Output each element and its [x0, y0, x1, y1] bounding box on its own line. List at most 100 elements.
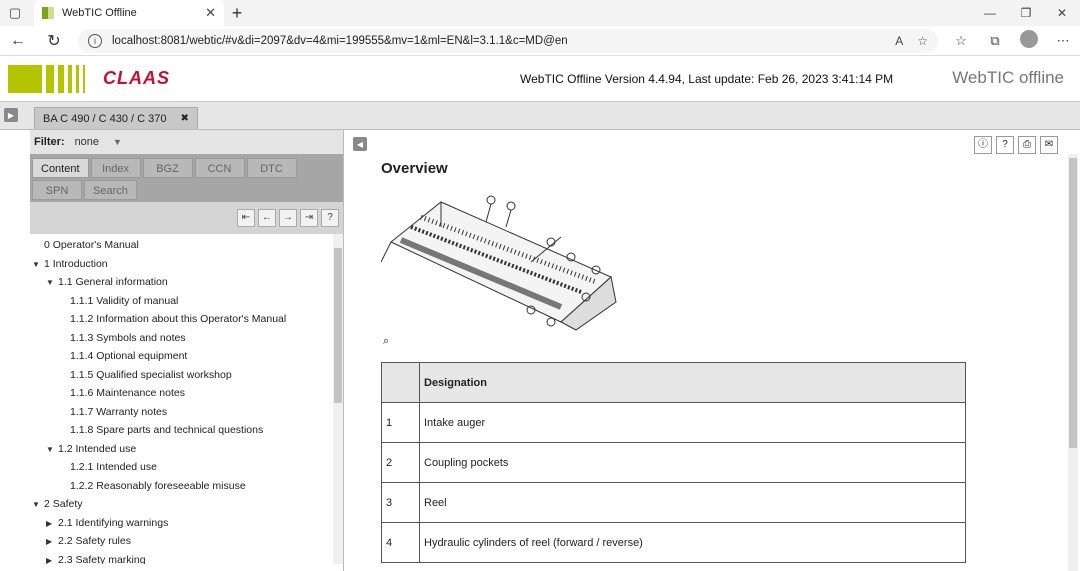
- collapse-panel-icon[interactable]: ◀: [353, 137, 367, 151]
- nav-tabs: Content Index BGZ CCN DTC SPN Search: [30, 154, 343, 202]
- prev-page-icon[interactable]: ←: [258, 209, 276, 227]
- header-illustration: [381, 195, 617, 331]
- favorite-add-icon[interactable]: ☆: [917, 34, 928, 48]
- print-icon[interactable]: ⎙: [1018, 136, 1036, 154]
- close-tab-icon[interactable]: ✕: [205, 5, 216, 21]
- chevron-right-icon[interactable]: ▶: [46, 552, 58, 565]
- minimize-icon[interactable]: —: [972, 0, 1008, 26]
- tree-item[interactable]: ▶ 2.2 Safety rules: [30, 532, 343, 551]
- chevron-right-icon[interactable]: ▶: [46, 533, 58, 552]
- tab-content[interactable]: Content: [32, 158, 89, 178]
- site-info-icon[interactable]: i: [88, 33, 102, 48]
- tree-item[interactable]: 1.2.2 Reasonably foreseeable misuse: [30, 477, 343, 496]
- collections-icon[interactable]: ⧉: [978, 33, 1012, 49]
- tree-item[interactable]: 1.1.4 Optional equipment: [30, 347, 343, 366]
- tree-item-label: 1.2.1 Intended use: [70, 461, 157, 473]
- chevron-down-icon[interactable]: ▼: [46, 441, 58, 460]
- next-page-icon[interactable]: →: [279, 209, 297, 227]
- restore-icon[interactable]: ❐: [1008, 0, 1044, 26]
- chevron-down-icon[interactable]: ▼: [113, 137, 122, 147]
- tree-item[interactable]: ▶ 2.3 Safety marking: [30, 551, 343, 565]
- tab-ccn[interactable]: CCN: [194, 158, 245, 178]
- browser-tab[interactable]: WebTIC Offline ✕: [34, 0, 224, 26]
- tree-item[interactable]: 1.1.2 Information about this Operator's …: [30, 310, 343, 329]
- tree-item[interactable]: ▼ 2 Safety: [30, 495, 343, 514]
- info-icon[interactable]: ⓘ: [974, 136, 992, 154]
- tree-scrollbar[interactable]: [333, 234, 343, 564]
- reload-icon[interactable]: ↻: [36, 31, 72, 51]
- tree-item[interactable]: ▶ 2.1 Identifying warnings: [30, 514, 343, 533]
- tree-item-label: 0 Operator's Manual: [44, 239, 139, 251]
- tree-item-label: 1.1.2 Information about this Operator's …: [70, 313, 287, 325]
- help-icon[interactable]: ?: [996, 136, 1014, 154]
- back-icon[interactable]: ←: [0, 32, 36, 50]
- tree-item[interactable]: 1.1.5 Qualified specialist workshop: [30, 366, 343, 385]
- tab-dtc[interactable]: DTC: [246, 158, 297, 178]
- tree-item[interactable]: 1.1.6 Maintenance notes: [30, 384, 343, 403]
- chevron-down-icon[interactable]: ▼: [32, 496, 44, 515]
- tree-item-label: 2.2 Safety rules: [58, 535, 131, 547]
- tree-item[interactable]: 1.2.1 Intended use: [30, 458, 343, 477]
- tree-item-label: 1.1.7 Warranty notes: [70, 405, 168, 418]
- filter-select[interactable]: none: [75, 136, 99, 148]
- tree-item[interactable]: ▼ 1.2 Intended use: [30, 440, 343, 459]
- new-tab-icon[interactable]: +: [224, 3, 250, 24]
- more-icon[interactable]: ⋯: [1046, 33, 1080, 49]
- version-text: WebTIC Offline Version 4.4.94, Last upda…: [520, 72, 894, 86]
- tree-item[interactable]: 1.1.7 Warranty notes: [30, 403, 343, 422]
- toc-tree: 0 Operator's Manual ▼ 1 Introduction ▼ 1.1 G…: [30, 234, 343, 564]
- close-document-icon[interactable]: ✖: [181, 113, 189, 124]
- expand-panel-icon[interactable]: ▶: [4, 108, 18, 122]
- chevron-down-icon[interactable]: ▼: [32, 256, 44, 275]
- row-number: 2: [381, 442, 420, 483]
- table-header-cell: [381, 362, 420, 403]
- content-scrollbar[interactable]: [1068, 154, 1078, 571]
- tree-item-label: 1.2 Intended use: [58, 442, 137, 455]
- favicon-icon: [42, 7, 54, 19]
- tree-item-label: 2 Safety: [44, 498, 83, 510]
- tree-item-label: 1.1 General information: [58, 276, 168, 288]
- tree-item[interactable]: ▼ 1 Introduction: [30, 255, 343, 274]
- tree-item[interactable]: 1.1.8 Spare parts and technical question…: [30, 421, 343, 440]
- tree-item[interactable]: 1.1.3 Symbols and notes: [30, 329, 343, 348]
- tree-item-label: 1.1.8 Spare parts and technical question…: [70, 424, 264, 436]
- tab-index[interactable]: Index: [90, 158, 141, 178]
- window-controls: — ❐ ✕: [972, 0, 1080, 26]
- tree-item-label: 2.3 Safety marking: [58, 553, 146, 565]
- tree-item[interactable]: 0 Operator's Manual: [30, 236, 343, 255]
- table-row: 2 Coupling pockets: [381, 442, 966, 483]
- url-field[interactable]: i localhost:8081/webtic/#v&di=2097&dv=4&…: [78, 28, 938, 53]
- help-icon[interactable]: ?: [321, 209, 339, 227]
- row-designation: Intake auger: [419, 402, 966, 443]
- mail-icon[interactable]: ✉: [1040, 136, 1058, 154]
- document-tab-label: BA C 490 / C 430 / C 370: [43, 112, 167, 125]
- tab-search[interactable]: Search: [84, 180, 137, 200]
- chevron-down-icon[interactable]: ▼: [46, 274, 58, 293]
- document-tab[interactable]: BA C 490 / C 430 / C 370 ✖: [34, 107, 198, 129]
- tab-actions-icon[interactable]: ▢: [0, 0, 30, 26]
- chevron-right-icon[interactable]: ▶: [46, 515, 58, 534]
- content-toolbar: ⓘ ? ⎙ ✉: [970, 136, 1058, 154]
- zoom-icon[interactable]: ⌕: [383, 335, 389, 348]
- first-page-icon[interactable]: ⇤: [237, 209, 255, 227]
- content-scroll-thumb[interactable]: [1069, 158, 1077, 448]
- content-panel: ◀ ⓘ ? ⎙ ✉ Overview ⌕ Designation 1 Intak…: [345, 130, 1080, 571]
- tab-bgz[interactable]: BGZ: [142, 158, 193, 178]
- tree-item[interactable]: 1.1.1 Validity of manual: [30, 292, 343, 311]
- read-aloud-icon[interactable]: A: [895, 34, 903, 48]
- last-page-icon[interactable]: ⇥: [300, 209, 318, 227]
- row-number: 3: [381, 482, 420, 523]
- tab-spn[interactable]: SPN: [32, 180, 82, 200]
- page-title: Overview: [381, 160, 448, 177]
- tree-item[interactable]: ▼ 1.1 General information: [30, 273, 343, 292]
- tree-scroll-thumb[interactable]: [334, 248, 342, 403]
- address-bar: ← ↻ i localhost:8081/webtic/#v&di=2097&d…: [0, 26, 1080, 56]
- filter-bar: Filter: none ▼: [30, 130, 343, 154]
- profile-icon[interactable]: [1012, 30, 1046, 51]
- favorites-icon[interactable]: ☆: [944, 33, 978, 49]
- tree-nav-buttons: ⇤ ← → ⇥ ?: [30, 202, 343, 234]
- row-designation: Hydraulic cylinders of reel (forward / r…: [419, 522, 966, 563]
- close-window-icon[interactable]: ✕: [1044, 0, 1080, 26]
- table-header-designation: Designation: [419, 362, 966, 403]
- avatar: [1020, 30, 1038, 48]
